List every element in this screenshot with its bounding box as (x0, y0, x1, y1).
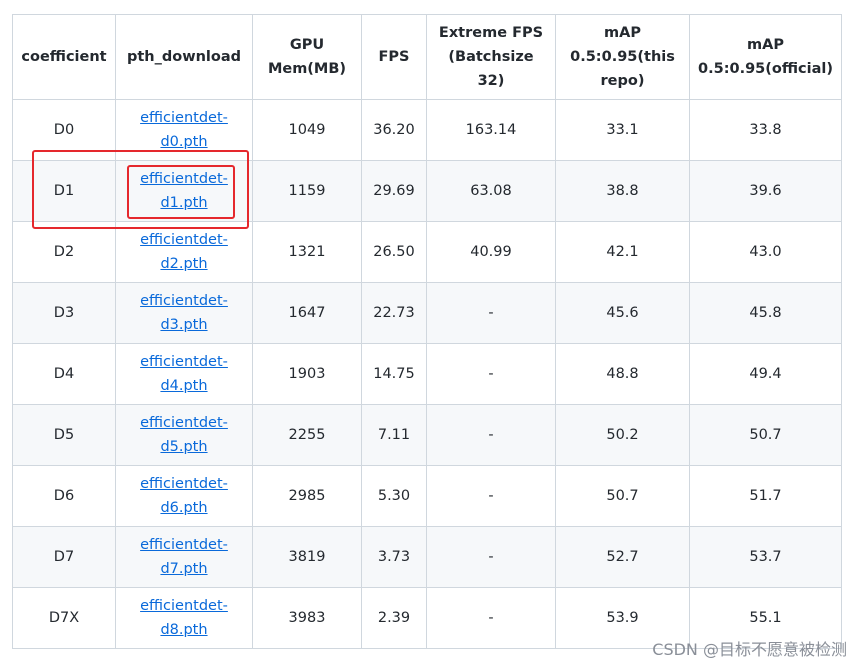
cell-fps: 29.69 (361, 160, 427, 222)
cell-fps: 26.50 (361, 221, 427, 283)
cell-extreme-fps: - (426, 404, 556, 466)
table-row: D1 efficientdet-d1.pth 1159 29.69 63.08 … (12, 160, 842, 222)
cell-fps: 3.73 (361, 526, 427, 588)
cell-coefficient: D6 (12, 465, 116, 527)
download-link[interactable]: efficientdet-d1.pth (140, 171, 228, 211)
table-row: D6 efficientdet-d6.pth 2985 5.30 - 50.7 … (12, 465, 842, 527)
cell-map-official: 43.0 (689, 221, 842, 283)
cell-map-this-repo: 33.1 (555, 99, 690, 161)
cell-extreme-fps: 40.99 (426, 221, 556, 283)
cell-extreme-fps: 163.14 (426, 99, 556, 161)
cell-map-this-repo: 38.8 (555, 160, 690, 222)
cell-fps: 22.73 (361, 282, 427, 344)
cell-coefficient: D7 (12, 526, 116, 588)
header-map-this-repo: mAP 0.5:0.95(this repo) (555, 14, 690, 100)
cell-gpu-mem: 1903 (252, 343, 362, 405)
cell-gpu-mem: 1049 (252, 99, 362, 161)
header-gpu-mem: GPU Mem(MB) (252, 14, 362, 100)
cell-map-this-repo: 52.7 (555, 526, 690, 588)
download-link[interactable]: efficientdet-d5.pth (140, 415, 228, 455)
cell-coefficient: D3 (12, 282, 116, 344)
table-row: D0 efficientdet-d0.pth 1049 36.20 163.14… (12, 99, 842, 161)
table-row: D2 efficientdet-d2.pth 1321 26.50 40.99 … (12, 221, 842, 283)
download-link[interactable]: efficientdet-d0.pth (140, 110, 228, 150)
cell-extreme-fps: - (426, 282, 556, 344)
header-map-official: mAP 0.5:0.95(official) (689, 14, 842, 100)
table-row: D5 efficientdet-d5.pth 2255 7.11 - 50.2 … (12, 404, 842, 466)
cell-map-official: 53.7 (689, 526, 842, 588)
model-results-table: coefficient pth_download GPU Mem(MB) FPS… (12, 14, 842, 649)
cell-coefficient: D0 (12, 99, 116, 161)
cell-download: efficientdet-d4.pth (115, 343, 253, 405)
cell-map-official: 51.7 (689, 465, 842, 527)
download-link[interactable]: efficientdet-d7.pth (140, 537, 228, 577)
cell-gpu-mem: 1647 (252, 282, 362, 344)
download-link[interactable]: efficientdet-d3.pth (140, 293, 228, 333)
cell-fps: 5.30 (361, 465, 427, 527)
cell-coefficient: D4 (12, 343, 116, 405)
cell-coefficient: D5 (12, 404, 116, 466)
download-link[interactable]: efficientdet-d4.pth (140, 354, 228, 394)
cell-gpu-mem: 3819 (252, 526, 362, 588)
cell-map-this-repo: 42.1 (555, 221, 690, 283)
cell-map-official: 39.6 (689, 160, 842, 222)
cell-extreme-fps: - (426, 465, 556, 527)
csdn-watermark: CSDN @目标不愿意被检测 (652, 640, 847, 659)
header-coefficient: coefficient (12, 14, 116, 100)
cell-fps: 14.75 (361, 343, 427, 405)
cell-map-this-repo: 48.8 (555, 343, 690, 405)
header-pth-download: pth_download (115, 14, 253, 100)
cell-map-official: 50.7 (689, 404, 842, 466)
header-fps: FPS (361, 14, 427, 100)
download-link[interactable]: efficientdet-d2.pth (140, 232, 228, 272)
cell-coefficient: D7X (12, 587, 116, 649)
cell-map-official: 33.8 (689, 99, 842, 161)
cell-download: efficientdet-d1.pth (115, 160, 253, 222)
cell-download: efficientdet-d2.pth (115, 221, 253, 283)
cell-gpu-mem: 1321 (252, 221, 362, 283)
header-extreme-fps: Extreme FPS (Batchsize 32) (426, 14, 556, 100)
cell-coefficient: D1 (12, 160, 116, 222)
cell-download: efficientdet-d7.pth (115, 526, 253, 588)
cell-gpu-mem: 3983 (252, 587, 362, 649)
download-link[interactable]: efficientdet-d8.pth (140, 598, 228, 638)
cell-fps: 7.11 (361, 404, 427, 466)
cell-coefficient: D2 (12, 221, 116, 283)
cell-gpu-mem: 2255 (252, 404, 362, 466)
cell-map-this-repo: 50.2 (555, 404, 690, 466)
cell-gpu-mem: 1159 (252, 160, 362, 222)
download-link[interactable]: efficientdet-d6.pth (140, 476, 228, 516)
cell-fps: 2.39 (361, 587, 427, 649)
table-header-row: coefficient pth_download GPU Mem(MB) FPS… (12, 14, 842, 100)
cell-download: efficientdet-d6.pth (115, 465, 253, 527)
table-row: D4 efficientdet-d4.pth 1903 14.75 - 48.8… (12, 343, 842, 405)
cell-download: efficientdet-d3.pth (115, 282, 253, 344)
cell-fps: 36.20 (361, 99, 427, 161)
cell-map-official: 45.8 (689, 282, 842, 344)
table-row: D3 efficientdet-d3.pth 1647 22.73 - 45.6… (12, 282, 842, 344)
cell-download: efficientdet-d0.pth (115, 99, 253, 161)
cell-gpu-mem: 2985 (252, 465, 362, 527)
cell-download: efficientdet-d5.pth (115, 404, 253, 466)
cell-extreme-fps: - (426, 526, 556, 588)
cell-extreme-fps: - (426, 343, 556, 405)
cell-map-this-repo: 50.7 (555, 465, 690, 527)
cell-map-official: 49.4 (689, 343, 842, 405)
cell-map-this-repo: 45.6 (555, 282, 690, 344)
cell-download: efficientdet-d8.pth (115, 587, 253, 649)
cell-extreme-fps: - (426, 587, 556, 649)
table-row: D7 efficientdet-d7.pth 3819 3.73 - 52.7 … (12, 526, 842, 588)
cell-extreme-fps: 63.08 (426, 160, 556, 222)
